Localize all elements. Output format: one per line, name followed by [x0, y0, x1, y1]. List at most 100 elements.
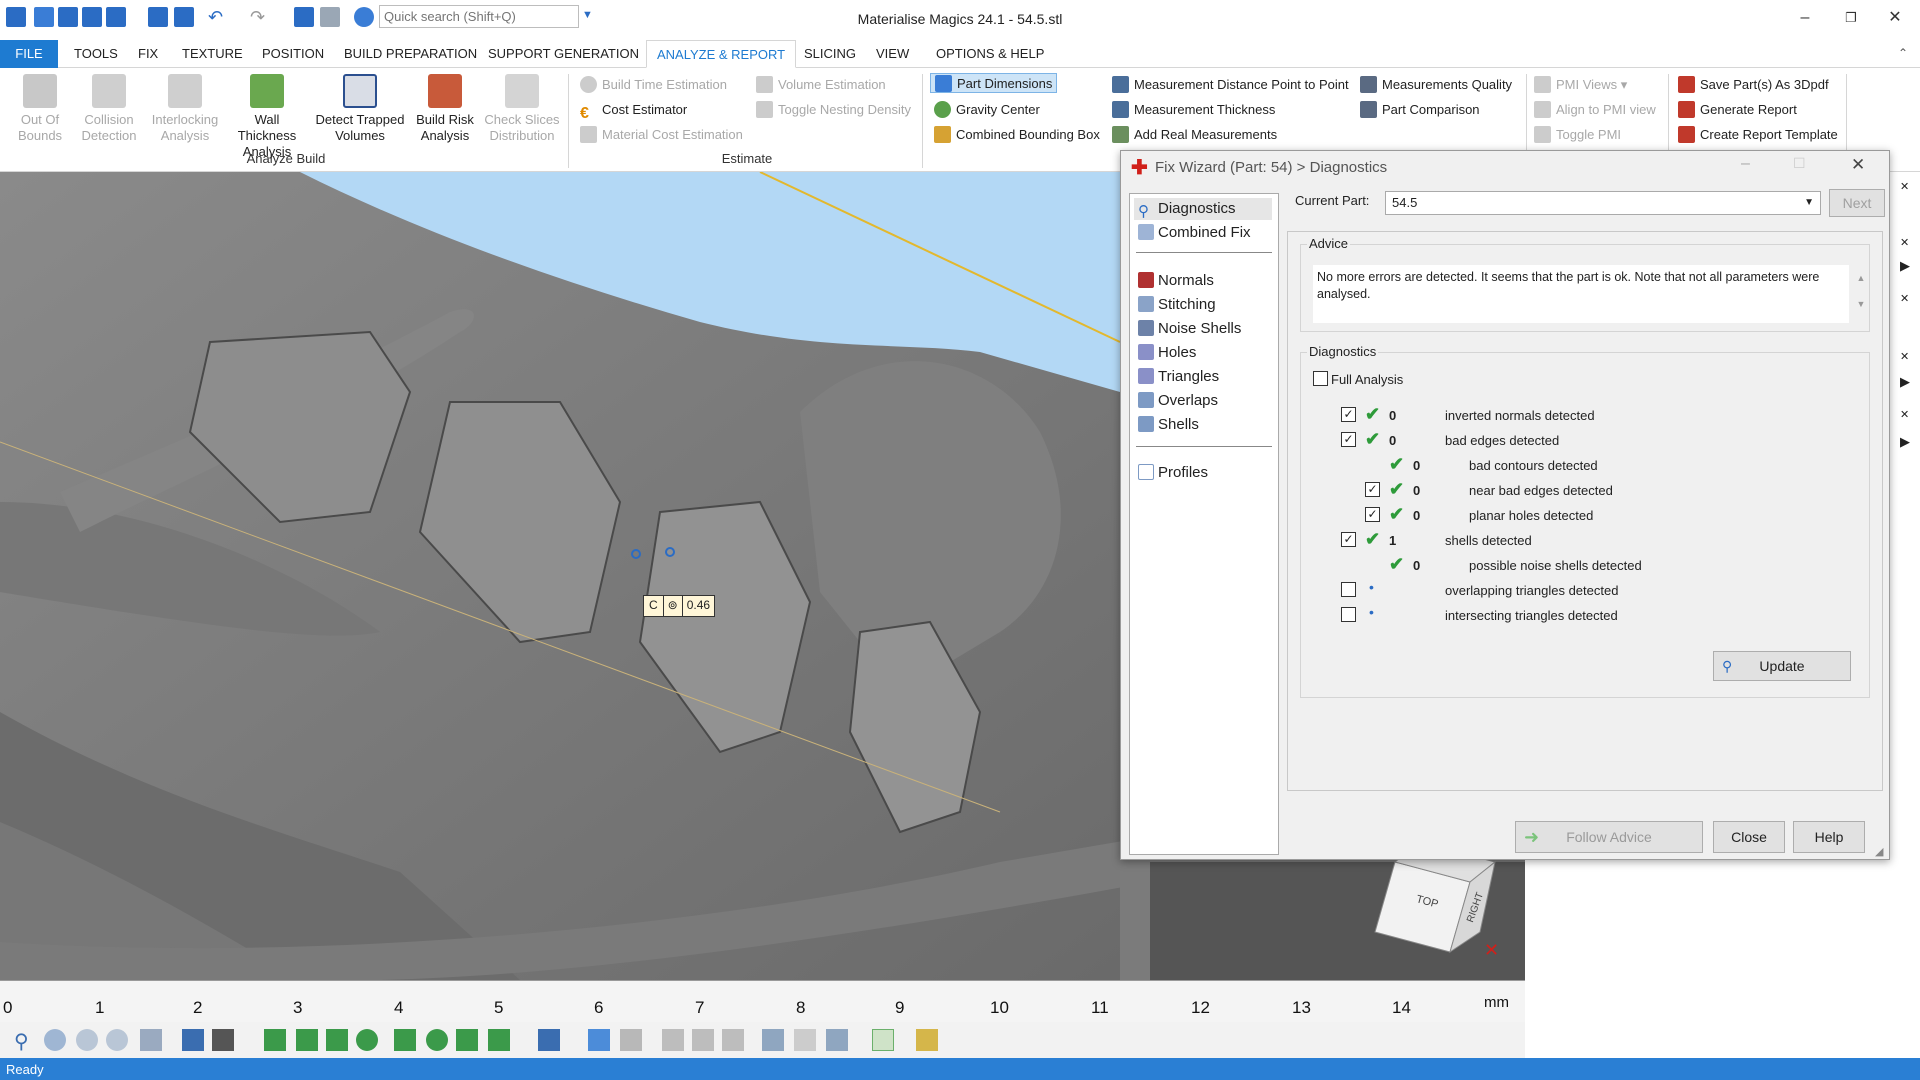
remove-part-icon[interactable]	[320, 7, 340, 27]
cost-estimator-button[interactable]: € Cost Estimator	[580, 100, 687, 122]
part-comparison-button[interactable]: Part Comparison	[1360, 100, 1480, 120]
select-plane-icon[interactable]	[296, 1029, 318, 1051]
menu-tools[interactable]: TOOLS	[64, 40, 128, 68]
part-icon[interactable]	[294, 7, 314, 27]
new-file-icon[interactable]	[34, 7, 54, 27]
measurement-distance-button[interactable]: Measurement Distance Point to Point	[1112, 75, 1349, 95]
interlocking-analysis-button[interactable]: Interlocking Analysis	[146, 74, 224, 144]
marking-icon[interactable]	[488, 1029, 510, 1051]
normals-view-icon[interactable]	[762, 1029, 784, 1051]
mesh-view-2-icon[interactable]	[692, 1029, 714, 1051]
help-button[interactable]: Help	[1793, 821, 1865, 853]
shaded-icon[interactable]	[212, 1029, 234, 1051]
color-mode-icon[interactable]	[916, 1029, 938, 1051]
overlapping-triangles-checkbox[interactable]	[1341, 582, 1356, 597]
save-as-icon[interactable]	[106, 7, 126, 27]
collapse-ribbon-icon[interactable]: ⌃	[1898, 46, 1908, 60]
minimize-button[interactable]: –	[1790, 6, 1820, 30]
panel-close-icon[interactable]: ✕	[1900, 350, 1909, 363]
normals-view-2-icon[interactable]	[794, 1029, 816, 1051]
select-shell-icon[interactable]	[356, 1029, 378, 1051]
shells-checkbox[interactable]: ✓	[1341, 532, 1356, 547]
nav-item-shells[interactable]: Shells	[1138, 414, 1199, 436]
volume-estimation-button[interactable]: Volume Estimation	[756, 75, 886, 95]
save-parts-3dpdf-button[interactable]: Save Part(s) As 3Dpdf	[1678, 75, 1829, 95]
undo-icon[interactable]: ↶	[208, 7, 228, 27]
zoom-window-icon[interactable]	[44, 1029, 66, 1051]
build-risk-analysis-button[interactable]: Build Risk Analysis	[410, 74, 480, 144]
follow-advice-button[interactable]: ➜ Follow Advice	[1515, 821, 1703, 853]
part-select-icon[interactable]	[538, 1029, 560, 1051]
mesh-view-icon[interactable]	[662, 1029, 684, 1051]
toggle-nesting-density-button[interactable]: Toggle Nesting Density	[756, 100, 911, 120]
nav-item-overlaps[interactable]: Overlaps	[1138, 390, 1218, 412]
panel-close-icon[interactable]: ✕	[1900, 236, 1909, 249]
align-to-pmi-view-button[interactable]: Align to PMI view	[1534, 100, 1656, 120]
select-box-icon[interactable]	[394, 1029, 416, 1051]
panel-expand-icon[interactable]: ▶	[1900, 258, 1910, 274]
open-file-icon[interactable]	[58, 7, 78, 27]
intersecting-triangles-checkbox[interactable]	[1341, 607, 1356, 622]
dialog-close-button[interactable]: ✕	[1851, 155, 1865, 175]
dialog-maximize-button[interactable]: ☐	[1793, 155, 1806, 172]
menu-file[interactable]: FILE	[0, 40, 58, 68]
add-real-measurements-button[interactable]: Add Real Measurements	[1112, 125, 1277, 145]
redo-icon[interactable]: ↷	[250, 7, 270, 27]
panel-expand-icon[interactable]: ▶	[1900, 374, 1910, 390]
quick-search-input[interactable]	[379, 5, 579, 28]
quick-access-dropdown-icon[interactable]: ▼	[582, 9, 593, 21]
check-slices-distribution-button[interactable]: Check Slices Distribution	[482, 74, 562, 144]
nav-item-noise-shells[interactable]: Noise Shells	[1138, 318, 1241, 340]
toggle-pmi-button[interactable]: Toggle PMI	[1534, 125, 1621, 145]
dialog-minimize-button[interactable]: –	[1741, 155, 1750, 173]
inverted-normals-checkbox[interactable]: ✓	[1341, 407, 1356, 422]
menu-support-generation[interactable]: SUPPORT GENERATION	[478, 40, 649, 68]
update-button[interactable]: ⚲ Update	[1713, 651, 1851, 681]
measurement-thickness-button[interactable]: Measurement Thickness	[1112, 100, 1275, 120]
select-triangle-icon[interactable]	[264, 1029, 286, 1051]
panel-close-icon[interactable]: ✕	[1900, 408, 1909, 421]
select-surface-icon[interactable]	[326, 1029, 348, 1051]
planar-holes-checkbox[interactable]: ✓	[1365, 507, 1380, 522]
menu-position[interactable]: POSITION	[252, 40, 334, 68]
nav-item-triangles[interactable]: Triangles	[1138, 366, 1219, 388]
edge-mode-icon[interactable]	[620, 1029, 642, 1051]
out-of-bounds-button[interactable]: Out Of Bounds	[6, 74, 74, 144]
build-time-estimation-button[interactable]: Build Time Estimation	[580, 75, 727, 95]
menu-view[interactable]: VIEW	[866, 40, 919, 68]
load-project-icon[interactable]	[148, 7, 168, 27]
triangle-mode-icon[interactable]	[588, 1029, 610, 1051]
mesh-view-3-icon[interactable]	[722, 1029, 744, 1051]
menu-slicing[interactable]: SLICING	[794, 40, 866, 68]
close-window-button[interactable]: ✕	[1880, 6, 1910, 30]
menu-build-preparation[interactable]: BUILD PREPARATION	[334, 40, 487, 68]
save-icon[interactable]	[82, 7, 102, 27]
generate-report-button[interactable]: Generate Report	[1678, 100, 1797, 120]
close-button[interactable]: Close	[1713, 821, 1785, 853]
zoom-selection-icon[interactable]	[106, 1029, 128, 1051]
menu-fix[interactable]: FIX	[128, 40, 168, 68]
nav-item-holes[interactable]: Holes	[1138, 342, 1196, 364]
advice-scrollbar[interactable]: ▲ ▼	[1853, 265, 1869, 323]
panel-expand-icon[interactable]: ▶	[1900, 434, 1910, 450]
panel-close-icon[interactable]: ✕	[1900, 292, 1909, 305]
nav-item-combined-fix[interactable]: Combined Fix	[1138, 222, 1251, 244]
zoom-part-icon[interactable]	[76, 1029, 98, 1051]
settings-gear-icon[interactable]	[354, 7, 374, 27]
full-analysis-checkbox[interactable]	[1313, 371, 1328, 386]
save-project-icon[interactable]	[174, 7, 194, 27]
panel-close-icon[interactable]: ✕	[1900, 180, 1909, 193]
menu-options-help[interactable]: OPTIONS & HELP	[926, 40, 1054, 68]
wireframe-icon[interactable]	[182, 1029, 204, 1051]
nav-item-diagnostics[interactable]: ⚲ Diagnostics	[1134, 198, 1272, 220]
menu-analyze-report[interactable]: ANALYZE & REPORT	[646, 40, 797, 68]
zoom-icon[interactable]: ⚲	[14, 1029, 36, 1053]
near-bad-edges-checkbox[interactable]: ✓	[1365, 482, 1380, 497]
part-dimensions-button[interactable]: Part Dimensions	[930, 73, 1058, 93]
nav-item-normals[interactable]: Normals	[1138, 270, 1214, 292]
nav-item-profiles[interactable]: Profiles	[1138, 462, 1208, 484]
restore-button[interactable]: ❐	[1836, 6, 1866, 30]
resize-grip-icon[interactable]: ◢	[1875, 845, 1883, 858]
detect-trapped-volumes-button[interactable]: Detect Trapped Volumes	[312, 74, 408, 144]
material-cost-estimation-button[interactable]: Material Cost Estimation	[580, 125, 743, 145]
